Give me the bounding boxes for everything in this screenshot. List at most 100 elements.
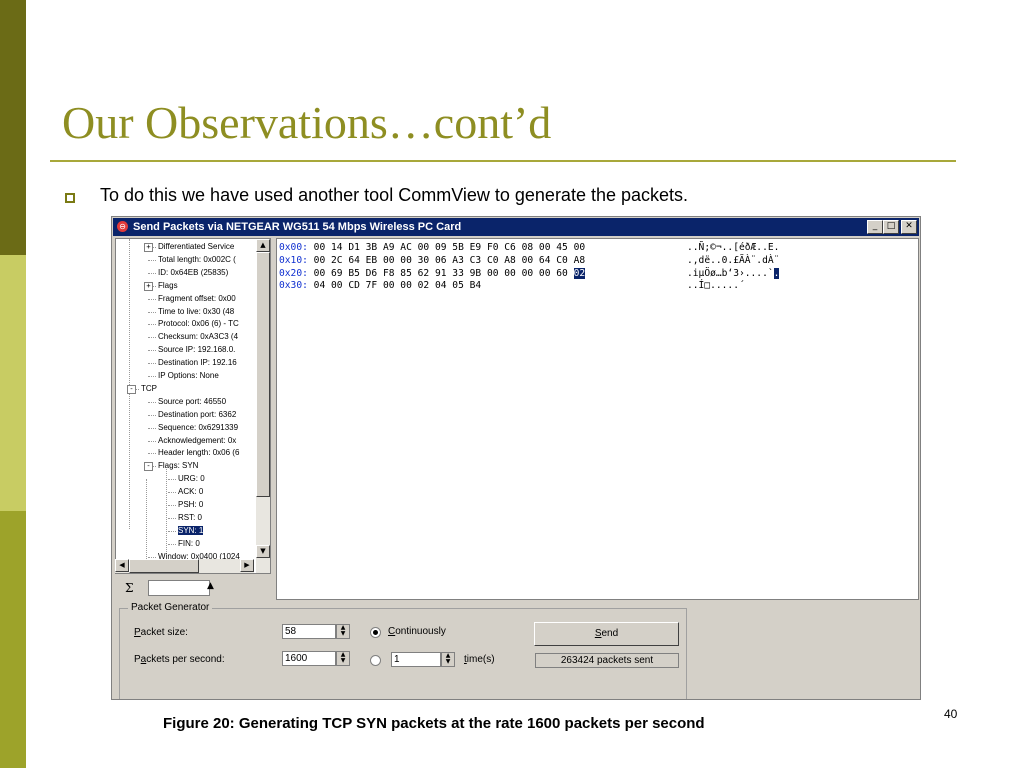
tree-item[interactable]: Header length: 0x06 (6 <box>158 448 239 458</box>
collapse-icon[interactable]: - <box>144 462 153 472</box>
hex-bytes: 00 69 B5 D6 F8 85 62 91 33 9B 00 00 00 0… <box>313 267 574 279</box>
tree-item[interactable]: ACK: 0 <box>178 487 203 497</box>
packet-size-input[interactable]: 58 <box>282 624 336 639</box>
times-input[interactable]: 1 <box>391 652 441 667</box>
scroll-left-icon[interactable]: ◀ <box>115 559 129 572</box>
minimize-button[interactable]: _ <box>867 220 883 234</box>
left-accent-band <box>0 0 26 768</box>
tree-item[interactable]: PSH: 0 <box>178 500 203 510</box>
horizontal-scroll-thumb[interactable] <box>129 559 199 573</box>
packet-size-label: Packet size: <box>134 627 188 638</box>
scroll-up-icon[interactable]: ▲ <box>256 239 270 252</box>
collapse-up-icon[interactable]: ▲ <box>207 581 214 591</box>
hex-offset: 0x10: <box>279 254 308 266</box>
tree-connector <box>148 272 156 274</box>
tree-connector <box>168 492 176 494</box>
times-stepper[interactable]: ▲ ▼ <box>441 652 455 667</box>
tree-item[interactable]: ID: 0x64EB (25835) <box>158 268 228 278</box>
expand-icon[interactable]: + <box>144 243 153 252</box>
hex-row[interactable]: 0x20: 00 69 B5 D6 F8 85 62 91 33 9B 00 0… <box>279 267 918 280</box>
tree-item[interactable]: Differentiated Service <box>158 242 234 252</box>
pps-label: Packets per second: <box>134 654 225 665</box>
toolstrip-field[interactable] <box>148 580 210 596</box>
tree-item[interactable]: RST: 0 <box>178 513 202 523</box>
tree-item-label: URG: 0 <box>178 474 205 484</box>
hex-row[interactable]: 0x10: 00 2C 64 EB 00 00 30 06 A3 C3 C0 A… <box>279 254 918 267</box>
tree-item-label: RST: 0 <box>178 512 203 522</box>
tree-item[interactable]: Protocol: 0x06 (6) - TC <box>158 319 239 329</box>
tree-connector <box>148 259 156 261</box>
tree-item-label: IP Options: None <box>158 371 219 380</box>
scroll-down-icon[interactable]: ▼ <box>256 545 270 558</box>
tree-item[interactable]: Flags <box>158 281 178 291</box>
tree-item[interactable]: TCP <box>141 384 157 394</box>
packet-generator-legend: Packet Generator <box>128 602 213 613</box>
pps-stepper[interactable]: ▲ ▼ <box>336 651 350 666</box>
tree-item[interactable]: FIN: 0 <box>178 539 200 549</box>
tree-connector <box>168 505 176 506</box>
tree-item[interactable]: Destination IP: 192.16 <box>158 358 237 368</box>
expand-icon[interactable]: + <box>144 281 153 291</box>
figure-caption: Figure 20: Generating TCP SYN packets at… <box>163 715 705 732</box>
window-titlebar[interactable]: ⊖ Send Packets via NETGEAR WG511 54 Mbps… <box>113 218 919 236</box>
tree-item[interactable]: Acknowledgement: 0x <box>158 436 236 446</box>
times-label: time(s) <box>464 654 495 665</box>
tree-item-label: PSH: 0 <box>178 500 204 509</box>
tree-item-label: ID: 0x64EB (25835) <box>158 267 229 277</box>
selected-hex-byte[interactable]: 02 <box>573 267 586 279</box>
packet-size-stepper[interactable]: ▲ ▼ <box>336 624 350 639</box>
tree-item[interactable]: IP Options: None <box>158 371 219 381</box>
tree-connector <box>148 350 156 352</box>
tree-guide-line <box>166 469 167 554</box>
tree-item-label: Source port: 46550 <box>158 396 227 406</box>
scroll-right-icon[interactable]: ▶ <box>240 559 254 572</box>
tree-item[interactable]: Sequence: 0x6291339 <box>158 423 238 433</box>
tree-horizontal-scrollbar[interactable]: ◀ ▶ <box>115 559 254 573</box>
hex-row[interactable]: 0x00: 00 14 D1 3B A9 AC 00 09 5B E9 F0 C… <box>279 242 918 254</box>
tree-vertical-scrollbar[interactable]: ▲ ▼ <box>256 239 270 573</box>
tree-item[interactable]: Source port: 46550 <box>158 397 226 407</box>
hex-dump-panel[interactable]: 0x00: 00 14 D1 3B A9 AC 00 09 5B E9 F0 C… <box>276 238 919 600</box>
tree-item[interactable]: Destination port: 6362 <box>158 410 236 420</box>
hex-ascii: .iµÖø…b‘3›....`. <box>687 267 780 280</box>
tree-item-label: Destination port: 6362 <box>158 409 237 419</box>
tree-item[interactable]: SYN: 1 <box>178 525 204 536</box>
tree-connector <box>148 453 156 455</box>
tree-item[interactable]: Time to live: 0x30 (48 <box>158 307 234 317</box>
stop-sign-icon: ⊖ <box>117 221 128 232</box>
close-button[interactable]: ✕ <box>901 220 917 234</box>
packet-tree-panel[interactable]: Differentiated Service + Total length: 0x0… <box>115 238 271 574</box>
pps-input[interactable]: 1600 <box>282 651 336 666</box>
tree-item-label: Sequence: 0x6291339 <box>158 422 239 432</box>
band-dark-segment <box>0 0 26 255</box>
tree-item[interactable]: Fragment offset: 0x00 <box>158 294 236 304</box>
sigma-icon[interactable]: Σ <box>125 581 133 595</box>
tree-item[interactable]: URG: 0 <box>178 474 205 484</box>
hex-ascii: .,dë..0.£ÃÀ¨.dÀ¨ <box>687 255 779 267</box>
tree-item[interactable]: Source IP: 192.168.0. <box>158 345 235 355</box>
page-number: 40 <box>944 707 958 721</box>
hex-bytes: 00 2C 64 EB 00 00 30 06 A3 C3 C0 A8 00 6… <box>313 254 586 266</box>
tree-item-label: FIN: 0 <box>178 538 200 548</box>
tree-item[interactable]: Checksum: 0xA3C3 (4 <box>158 332 238 342</box>
tree-connector <box>168 543 176 545</box>
tree-item-label: Checksum: 0xA3C3 (4 <box>158 332 239 342</box>
collapse-icon[interactable]: - <box>127 384 136 394</box>
tree-item-label: Time to live: 0x30 (48 <box>158 306 235 316</box>
tree-item-label: Source IP: 192.168.0. <box>158 345 236 355</box>
continuously-label[interactable]: Continuously <box>388 626 446 637</box>
send-button[interactable]: Send <box>534 622 679 646</box>
continuously-radio[interactable] <box>370 627 381 638</box>
scroll-thumb[interactable] <box>256 252 270 497</box>
bullet-square-icon <box>65 193 75 203</box>
tree-item-label: ACK: 0 <box>178 487 204 497</box>
band-light-segment <box>0 255 26 511</box>
tree-toolstrip: Σ ▲ <box>115 577 271 599</box>
selected-ascii-char[interactable]: . <box>773 267 780 279</box>
tree-item[interactable]: Total length: 0x002C ( <box>158 255 236 265</box>
times-radio[interactable] <box>370 655 381 666</box>
tree-connector <box>148 440 156 442</box>
maximize-button[interactable]: □ <box>883 220 899 234</box>
tree-item[interactable]: Flags: SYN <box>158 461 198 471</box>
hex-row[interactable]: 0x30: 04 00 CD 7F 00 00 02 04 05 B4 ..Í□.… <box>279 280 918 292</box>
